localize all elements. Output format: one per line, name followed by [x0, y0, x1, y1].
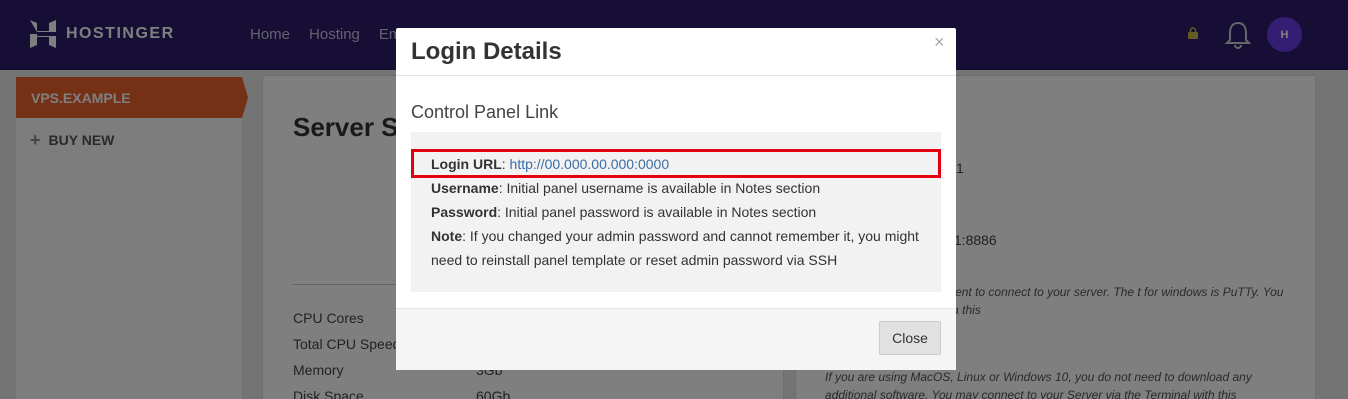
note-line: Note: If you changed your admin password…	[431, 224, 931, 272]
password-text: : Initial panel password is available in…	[497, 204, 817, 220]
username-label: Username	[431, 180, 499, 196]
close-button[interactable]: Close	[879, 321, 941, 355]
password-line: Password: Initial panel password is avai…	[431, 200, 931, 224]
password-label: Password	[431, 204, 498, 220]
note-label: Note	[431, 228, 463, 244]
username-line: Username: Initial panel username is avai…	[431, 176, 931, 200]
modal-header: Login Details ×	[396, 28, 956, 76]
login-url-line: Login URL: http://00.000.00.000:0000	[431, 156, 670, 172]
close-icon[interactable]: ×	[934, 32, 945, 53]
section-title: Control Panel Link	[411, 102, 559, 122]
modal-footer	[396, 308, 956, 370]
modal-title: Login Details	[411, 38, 562, 65]
login-url-link[interactable]: http://00.000.00.000:0000	[510, 156, 670, 172]
note-text: : If you changed your admin password and…	[431, 228, 919, 268]
login-url-label: Login URL	[431, 156, 502, 172]
username-text: : Initial panel username is available in…	[498, 180, 821, 196]
login-details-modal: Login Details × Control Panel Link Login…	[396, 28, 956, 370]
